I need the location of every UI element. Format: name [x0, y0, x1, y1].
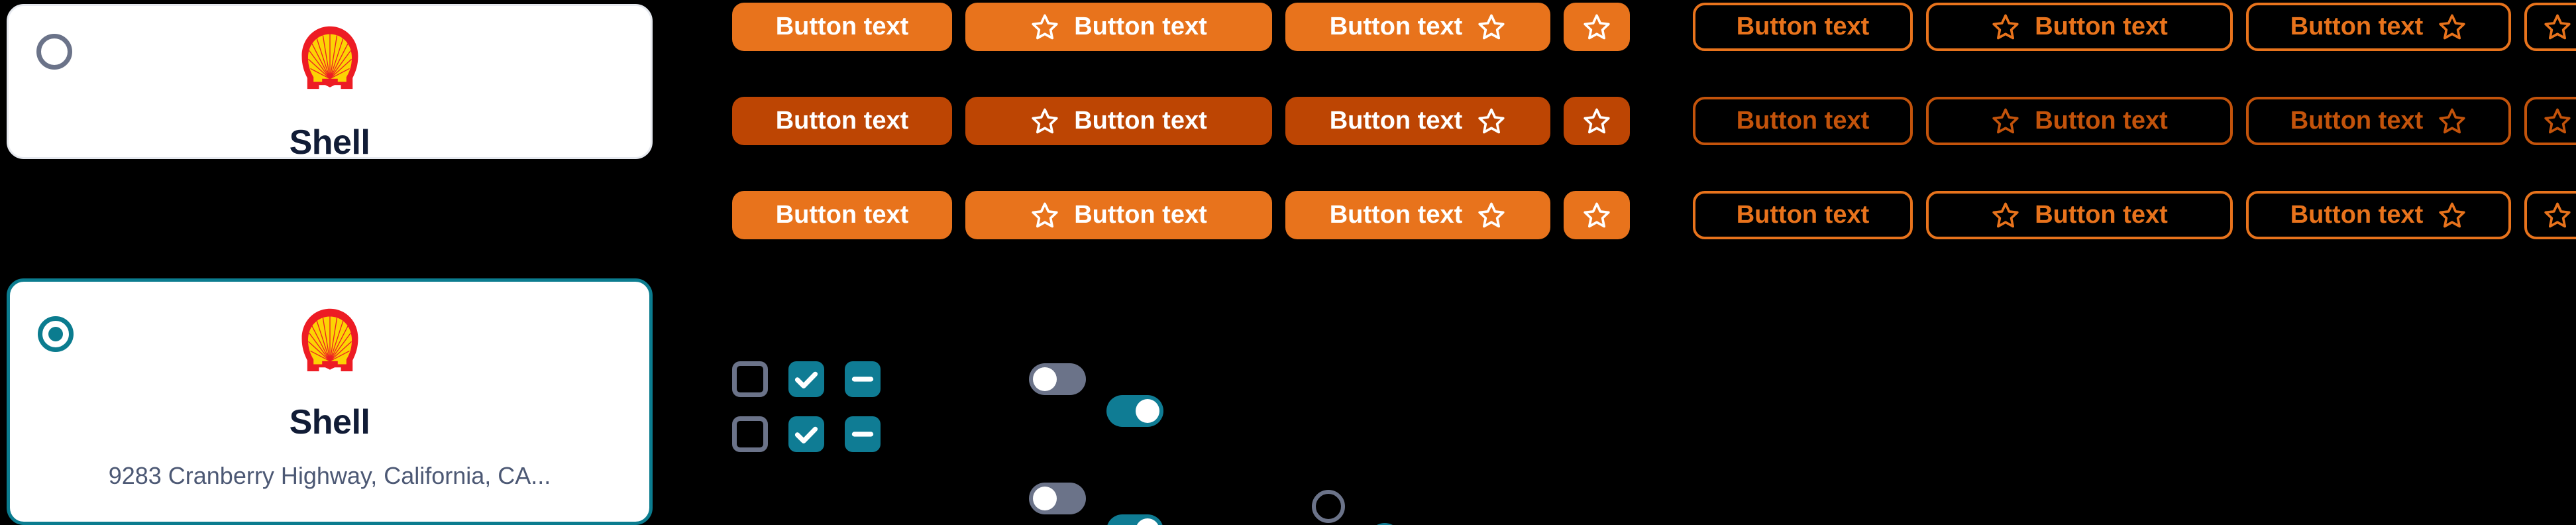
button-label: Button text [2035, 13, 2168, 40]
button-outline-default-icon-left[interactable]: Button text [1926, 3, 2233, 51]
star-icon [1030, 107, 1059, 136]
switch-on[interactable] [1106, 395, 1163, 427]
button-outline-hover-text-only[interactable]: Button text [1693, 97, 1913, 145]
button-label: Button text [2290, 201, 2424, 229]
button-label: Button text [2290, 13, 2424, 40]
button-outline-default-text-only[interactable]: Button text [1693, 3, 1913, 51]
station-name: Shell [289, 123, 370, 159]
button-filled-hover-icon-left[interactable]: Button text [965, 97, 1272, 145]
button-label: Button text [1329, 201, 1463, 229]
button-outline-default-icon-left[interactable]: Button text [1926, 191, 2233, 239]
checkbox-empty-icon[interactable] [732, 416, 768, 452]
star-icon [2543, 13, 2572, 42]
button-filled-default-icon-left[interactable]: Button text [965, 3, 1272, 51]
button-outline-hover-icon-left[interactable]: Button text [1926, 97, 2233, 145]
button-label: Button text [1329, 107, 1463, 135]
button-outline-hover-icon-right[interactable]: Button text [2246, 97, 2511, 145]
radio-unchecked-icon[interactable] [1312, 490, 1345, 523]
star-icon [2438, 201, 2467, 230]
button-label: Button text [775, 13, 909, 40]
star-icon [2438, 13, 2467, 42]
star-icon [1477, 107, 1506, 136]
button-label: Button text [1736, 13, 1870, 40]
shell-logo-icon [291, 23, 369, 92]
checkbox-checked-icon[interactable] [788, 361, 824, 397]
button-filled-default-text-only[interactable]: Button text [732, 191, 952, 239]
button-filled-default-icon-only[interactable] [1564, 191, 1630, 239]
button-filled-hover-text-only[interactable]: Button text [732, 97, 952, 145]
button-label: Button text [2035, 107, 2168, 135]
star-icon [1582, 201, 1611, 230]
station-card-unselected[interactable]: Shell 9283 Cranberry Highway, California… [7, 4, 653, 159]
star-icon [1030, 201, 1059, 230]
button-label: Button text [1736, 107, 1870, 135]
button-filled-hover-icon-only[interactable] [1564, 97, 1630, 145]
button-label: Button text [1074, 201, 1207, 229]
button-filled-default-icon-left[interactable]: Button text [965, 191, 1272, 239]
star-icon [1991, 13, 2020, 42]
radio-unchecked-icon[interactable] [36, 34, 72, 70]
star-icon [1582, 13, 1611, 42]
button-outline-default-text-only[interactable]: Button text [1693, 191, 1913, 239]
button-label: Button text [1736, 201, 1870, 229]
button-label: Button text [2035, 201, 2168, 229]
button-filled-hover-icon-right[interactable]: Button text [1285, 97, 1550, 145]
button-label: Button text [1074, 107, 1207, 135]
button-outline-hover-icon-only[interactable] [2524, 97, 2576, 145]
button-label: Button text [1074, 13, 1207, 40]
button-outline-default-icon-only[interactable] [2524, 3, 2576, 51]
switch-on[interactable] [1106, 514, 1163, 525]
button-label: Button text [1329, 13, 1463, 40]
button-filled-default-text-only[interactable]: Button text [732, 3, 952, 51]
button-label: Button text [2290, 107, 2424, 135]
checkbox-checked-icon[interactable] [788, 416, 824, 452]
star-icon [1991, 201, 2020, 230]
star-icon [1582, 107, 1611, 136]
star-icon [2543, 107, 2572, 136]
star-icon [1477, 201, 1506, 230]
button-outline-default-icon-only[interactable] [2524, 191, 2576, 239]
button-outline-default-icon-right[interactable]: Button text [2246, 3, 2511, 51]
station-card-selected[interactable]: Shell 9283 Cranberry Highway, California… [7, 278, 653, 525]
button-outline-default-icon-right[interactable]: Button text [2246, 191, 2511, 239]
station-address: 9283 Cranberry Highway, California, CA..… [108, 462, 551, 489]
switch-off[interactable] [1029, 363, 1086, 395]
button-filled-default-icon-right[interactable]: Button text [1285, 3, 1550, 51]
button-filled-default-icon-right[interactable]: Button text [1285, 191, 1550, 239]
star-icon [1477, 13, 1506, 42]
button-filled-default-icon-only[interactable] [1564, 3, 1630, 51]
checkbox-empty-icon[interactable] [732, 361, 768, 397]
checkbox-indeterminate-icon[interactable] [845, 361, 881, 397]
station-name: Shell [289, 403, 370, 441]
switch-off[interactable] [1029, 483, 1086, 514]
button-label: Button text [775, 107, 909, 135]
star-icon [1991, 107, 2020, 136]
checkbox-indeterminate-icon[interactable] [845, 416, 881, 452]
button-label: Button text [775, 201, 909, 229]
shell-logo-icon [291, 306, 369, 375]
design-system-canvas: Shell 9283 Cranberry Highway, California… [0, 0, 2576, 525]
star-icon [2543, 201, 2572, 230]
radio-checked-icon[interactable] [38, 316, 74, 352]
star-icon [1030, 13, 1059, 42]
star-icon [2438, 107, 2467, 136]
